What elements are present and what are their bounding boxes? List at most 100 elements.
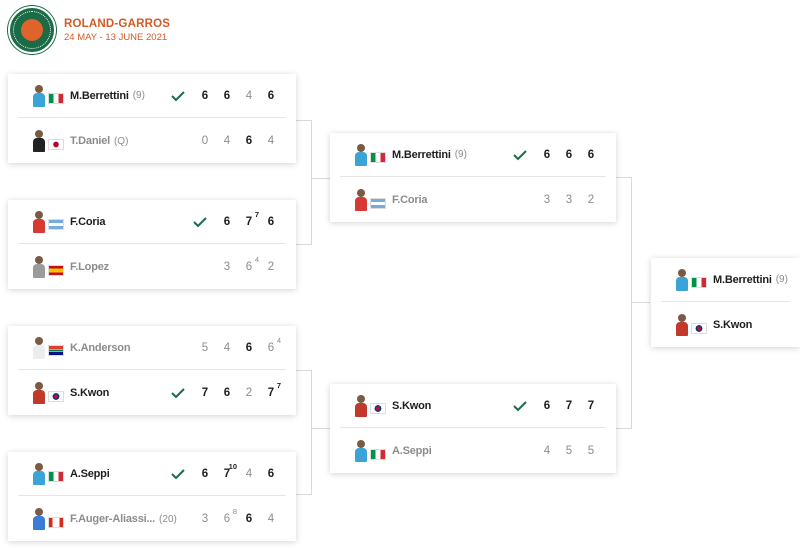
player-row[interactable]: M.Berrettini (9) 6 6 6 bbox=[340, 133, 606, 177]
player-name[interactable]: K.Anderson bbox=[70, 342, 131, 354]
tournament-title: ROLAND-GARROS bbox=[64, 17, 171, 30]
player-seed: (9) bbox=[775, 274, 788, 285]
player-row[interactable]: F.Auger-Aliassi... (20) 3 6 8 6 4 bbox=[18, 497, 286, 541]
set-score: 6 bbox=[267, 467, 275, 480]
tournament-header: ROLAND-GARROS 24 MAY - 13 JUNE 2021 bbox=[8, 6, 170, 54]
player-row[interactable]: S.Kwon bbox=[661, 303, 790, 347]
player-row[interactable]: A.Seppi 6 7 10 4 6 bbox=[18, 452, 286, 496]
tournament-dates: 24 MAY - 13 JUNE 2021 bbox=[64, 31, 168, 43]
player-row[interactable]: F.Coria 6 7 7 6 bbox=[18, 200, 286, 244]
player-avatar bbox=[32, 256, 46, 278]
set-score: 77 bbox=[267, 381, 281, 399]
set-score: 6 bbox=[223, 387, 231, 399]
player-name[interactable]: A.Seppi bbox=[70, 468, 110, 480]
set-score: 6 bbox=[245, 135, 253, 147]
player-row[interactable]: T.Daniel (Q) 0 4 6 4 bbox=[18, 119, 286, 163]
set-score: 4 bbox=[267, 135, 275, 147]
bracket-connector bbox=[616, 177, 632, 429]
match-card-r3-1[interactable]: M.Berrettini (9) S.Kwon bbox=[651, 258, 800, 347]
match-card-r1-2[interactable]: F.Coria 6 7 7 6 F.Lopez 3 6 4 2 bbox=[8, 200, 296, 289]
set-score: 6 bbox=[543, 399, 551, 412]
player-avatar bbox=[32, 462, 46, 485]
flag-es-icon bbox=[48, 264, 64, 276]
player-row[interactable]: F.Coria 3 3 2 bbox=[340, 178, 606, 222]
bracket-connector bbox=[296, 370, 312, 495]
set-score: 6 bbox=[245, 341, 253, 354]
player-name[interactable]: M.Berrettini bbox=[70, 90, 129, 102]
player-name[interactable]: F.Coria bbox=[392, 194, 427, 206]
set-score: 64 bbox=[267, 335, 281, 354]
player-avatar bbox=[32, 84, 46, 107]
set-score: 3 bbox=[543, 194, 551, 206]
bracket-connector bbox=[312, 428, 330, 429]
player-avatar bbox=[675, 268, 689, 291]
check-icon bbox=[193, 216, 207, 227]
player-row[interactable]: M.Berrettini (9) 6 6 4 6 bbox=[18, 74, 286, 118]
set-score: 6 bbox=[223, 215, 231, 228]
player-seed: (20) bbox=[159, 513, 177, 525]
set-score: 6 bbox=[245, 513, 253, 525]
set-score: 4 bbox=[223, 341, 231, 354]
match-card-r1-1[interactable]: M.Berrettini (9) 6 6 4 6 T.Daniel (Q) 0 4 6 4 bbox=[8, 74, 296, 163]
player-avatar bbox=[32, 130, 46, 152]
set-score: 6 bbox=[565, 148, 573, 161]
player-name[interactable]: F.Auger-Aliassi... bbox=[70, 513, 155, 525]
tiebreak-score: 7 bbox=[276, 381, 281, 390]
tiebreak-score: 4 bbox=[254, 255, 259, 264]
player-row[interactable]: K.Anderson 5 4 6 6 4 bbox=[18, 326, 286, 370]
match-card-r1-4[interactable]: A.Seppi 6 7 10 4 6 F.Auger-Aliassi... (20) 3 6 8 6 4 bbox=[8, 452, 296, 541]
player-name[interactable]: F.Coria bbox=[70, 216, 105, 228]
player-avatar bbox=[32, 336, 46, 359]
set-score: 4 bbox=[267, 513, 275, 525]
set-score: 77 bbox=[245, 209, 259, 228]
player-avatar bbox=[354, 189, 368, 211]
flag-kr-icon bbox=[48, 390, 64, 402]
player-row[interactable]: A.Seppi 4 5 5 bbox=[340, 429, 606, 473]
check-icon bbox=[171, 388, 185, 399]
set-score: 4 bbox=[223, 135, 231, 147]
player-name[interactable]: T.Daniel bbox=[70, 135, 110, 147]
player-seed: (9) bbox=[454, 149, 467, 160]
set-score: 7 bbox=[201, 387, 209, 399]
player-name[interactable]: A.Seppi bbox=[392, 445, 432, 457]
match-card-r1-3[interactable]: K.Anderson 5 4 6 6 4 S.Kwon 7 6 2 7 7 bbox=[8, 326, 296, 415]
set-score: 7 bbox=[587, 399, 595, 412]
set-score: 6 bbox=[267, 215, 275, 228]
set-score: 3 bbox=[565, 194, 573, 206]
set-score: 7 10 bbox=[223, 461, 237, 480]
set-score: 64 bbox=[245, 255, 259, 273]
player-row[interactable]: S.Kwon 7 6 2 7 7 bbox=[18, 371, 286, 415]
bracket-connector bbox=[312, 178, 330, 179]
player-row[interactable]: M.Berrettini (9) bbox=[661, 258, 790, 302]
set-score: 2 bbox=[245, 387, 253, 399]
flag-ca-icon bbox=[48, 516, 64, 528]
player-name[interactable]: F.Lopez bbox=[70, 261, 109, 273]
player-name[interactable]: M.Berrettini bbox=[713, 274, 772, 286]
tiebreak-score: 10 bbox=[228, 461, 237, 471]
match-card-r2-2[interactable]: S.Kwon 6 7 7 A.Seppi 4 5 5 bbox=[330, 384, 616, 473]
match-card-r2-1[interactable]: M.Berrettini (9) 6 6 6 F.Coria 3 3 2 bbox=[330, 133, 616, 222]
player-name[interactable]: M.Berrettini bbox=[392, 149, 451, 161]
set-score: 5 bbox=[565, 445, 573, 457]
player-name[interactable]: S.Kwon bbox=[70, 387, 109, 399]
player-avatar bbox=[32, 382, 46, 404]
bracket-connector bbox=[296, 120, 312, 245]
player-row[interactable]: S.Kwon 6 7 7 bbox=[340, 384, 606, 428]
tiebreak-score: 4 bbox=[276, 335, 281, 345]
player-seed: (Q) bbox=[113, 135, 129, 147]
set-score: 6 bbox=[587, 148, 595, 161]
set-score: 6 bbox=[201, 467, 209, 480]
set-score: 6 bbox=[223, 89, 231, 102]
player-avatar bbox=[32, 508, 46, 530]
player-seed: (9) bbox=[132, 90, 145, 101]
set-score: 7 bbox=[565, 399, 573, 412]
flag-kr-icon bbox=[691, 322, 707, 334]
player-name[interactable]: S.Kwon bbox=[392, 400, 431, 412]
player-name[interactable]: S.Kwon bbox=[713, 319, 752, 331]
bracket-connector bbox=[632, 302, 650, 303]
roland-garros-logo[interactable] bbox=[8, 6, 56, 54]
check-icon bbox=[513, 149, 527, 160]
player-row[interactable]: F.Lopez 3 6 4 2 bbox=[18, 245, 286, 289]
flag-it-icon bbox=[691, 277, 707, 288]
flag-it-icon bbox=[370, 448, 386, 460]
